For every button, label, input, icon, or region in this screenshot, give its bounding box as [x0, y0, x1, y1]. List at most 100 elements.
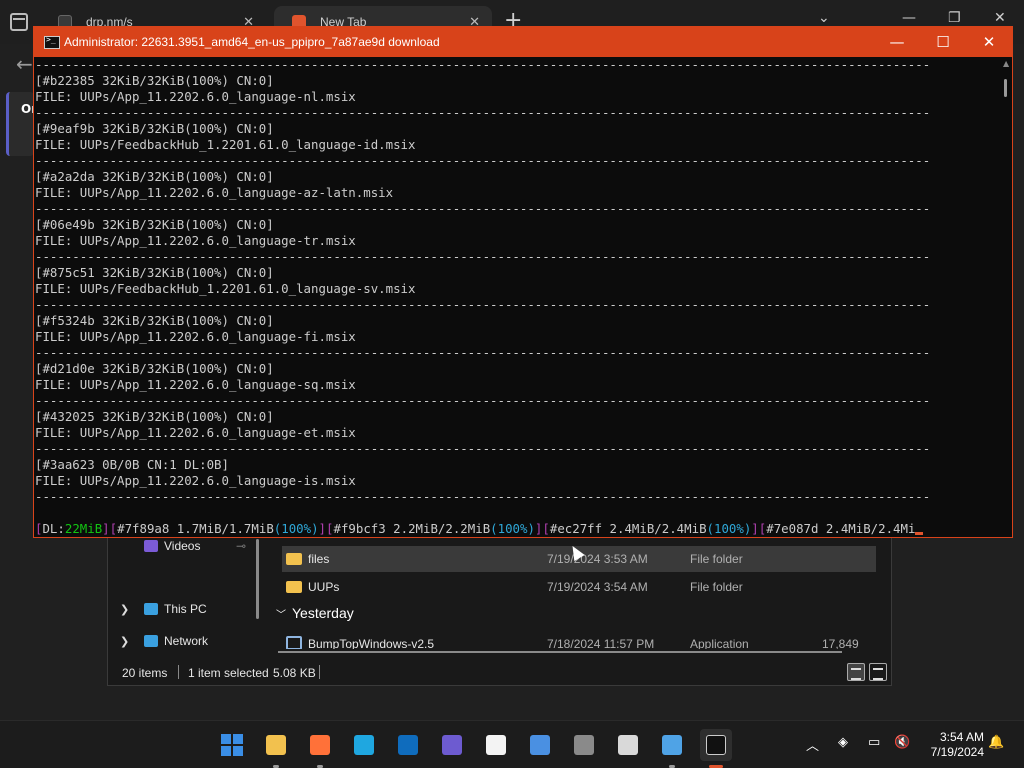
nav-item-videos[interactable]: Videos [164, 539, 200, 553]
folder-icon [266, 735, 286, 755]
terminal-icon [706, 735, 726, 755]
explorer-status-bar: 20 items 1 item selected 5.08 KB [108, 661, 891, 685]
chevron-right-icon[interactable]: ❯ [120, 635, 129, 648]
maximize-button[interactable]: ☐ [920, 27, 966, 57]
group-header-yesterday[interactable]: ﹀ Yesterday [276, 605, 354, 621]
console-separator-line: ----------------------------------------… [35, 105, 931, 120]
clock-date: 7/19/2024 [930, 745, 984, 759]
console-progress-line: [#875c51 32KiB/32KiB(100%) CN:0] [35, 265, 274, 280]
console-file-line: FILE: UUPs/App_11.2202.6.0_language-sq.m… [35, 377, 356, 392]
notification-bell-icon[interactable]: 🔔 [988, 735, 1004, 750]
console-progress-line: [#d21d0e 32KiB/32KiB(100%) CN:0] [35, 361, 274, 376]
dl-value: 22MiB [64, 521, 103, 536]
console-separator-line: ----------------------------------------… [35, 153, 931, 168]
selection-size: 5.08 KB [273, 666, 316, 680]
nav-item-network[interactable]: Network [164, 634, 208, 648]
taskbar-start[interactable] [216, 729, 248, 761]
status-download-item: [#7f89a8 1.7MiB/1.7MiB(100%)] [109, 521, 327, 536]
console-progress-line: [#432025 32KiB/32KiB(100%) CN:0] [35, 409, 274, 424]
file-name: UUPs [308, 580, 340, 594]
taskbar: ︿ ◈ ▭ 🔇 3:54 AM 7/19/2024 🔔 [0, 720, 1024, 768]
network-icon [144, 635, 158, 647]
download-status-line: [DL:22MiB][#7f89a8 1.7MiB/1.7MiB(100%)][… [34, 521, 998, 537]
tab-actions-icon[interactable] [10, 13, 28, 31]
taskbar-photos[interactable] [524, 729, 556, 761]
restore-icon[interactable]: ❐ [948, 10, 961, 26]
console-file-line: FILE: UUPs/FeedbackHub_1.2201.61.0_langu… [35, 281, 416, 296]
console-separator-line: ----------------------------------------… [35, 201, 931, 216]
network-tray-icon[interactable]: ◈ [838, 735, 848, 750]
nav-scrollbar[interactable] [256, 539, 259, 619]
system-clock[interactable]: 3:54 AM 7/19/2024 [924, 730, 984, 760]
navigation-pane: Videos ⊸ ❯ This PC ❯ Network [108, 531, 259, 655]
taskbar-edge[interactable] [348, 729, 380, 761]
details-view-icon[interactable] [847, 663, 865, 681]
file-type: File folder [690, 552, 743, 566]
scroll-thumb[interactable] [1004, 79, 1007, 97]
console-file-line: FILE: UUPs/App_11.2202.6.0_language-tr.m… [35, 233, 356, 248]
console-output[interactable]: ----------------------------------------… [34, 57, 998, 537]
file-size: 17,849 KB [822, 637, 859, 649]
file-type: Application [690, 637, 749, 649]
console-separator-line [34, 505, 998, 521]
taskbar-outlook[interactable] [392, 729, 424, 761]
file-type: File folder [690, 580, 743, 594]
file-date: 7/19/2024 3:53 AM [547, 552, 648, 566]
outlook-icon [398, 735, 418, 755]
file-name: BumpTopWindows-v2.5 [308, 637, 435, 649]
clock-time: 3:54 AM [939, 730, 984, 744]
horizontal-scrollbar[interactable] [278, 651, 842, 653]
file-row[interactable]: BumpTopWindows-v2.5 7/18/2024 11:57 PM A… [282, 631, 876, 649]
calculator-icon [574, 735, 594, 755]
taskbar-calculator[interactable] [568, 729, 600, 761]
clock-icon [618, 735, 638, 755]
taskbar-file-explorer[interactable] [260, 729, 292, 768]
text-cursor [915, 532, 924, 535]
file-row[interactable]: UUPs 7/19/2024 3:54 AM File folder [282, 574, 876, 600]
status-download-item: [#ec27ff 2.4MiB/2.4MiB(100%)] [542, 521, 759, 536]
console-separator-line: ----------------------------------------… [35, 441, 931, 456]
taskbar-app-hexagon[interactable] [436, 729, 468, 761]
volume-muted-icon[interactable]: 🔇 [894, 735, 910, 750]
nav-item-this-pc[interactable]: This PC [164, 602, 207, 616]
close-button[interactable]: ✕ [966, 27, 1012, 57]
this-pc-icon [144, 603, 158, 615]
tiles-view-icon[interactable] [869, 663, 887, 681]
dl-label: DL: [42, 521, 65, 536]
edge-icon [354, 735, 374, 755]
side-panel-fragment: Or [6, 92, 37, 156]
console-progress-line: [#9eaf9b 32KiB/32KiB(100%) CN:0] [35, 121, 274, 136]
console-progress-line: [#3aa623 0B/0B CN:1 DL:0B] [35, 457, 229, 472]
chevron-down-icon[interactable]: ⌄ [818, 10, 830, 26]
minimize-icon[interactable]: — [902, 10, 916, 26]
group-label: Yesterday [292, 605, 354, 621]
taskbar-store[interactable] [480, 729, 512, 761]
store-icon [486, 735, 506, 755]
minimize-button[interactable]: — [874, 27, 920, 57]
taskbar-notepad[interactable] [656, 729, 688, 768]
console-file-line: FILE: UUPs/App_11.2202.6.0_language-nl.m… [35, 89, 356, 104]
file-name: files [308, 552, 330, 566]
taskbar-clock[interactable] [612, 729, 644, 761]
console-separator-line: ----------------------------------------… [35, 393, 931, 408]
close-icon[interactable]: ✕ [994, 10, 1006, 26]
back-arrow-icon[interactable]: ← [16, 52, 33, 76]
console-window[interactable]: Administrator: 22631.3951_amd64_en-us_pp… [33, 26, 1013, 538]
scroll-up-icon[interactable]: ▲ [1003, 59, 1009, 68]
taskbar-terminal[interactable] [700, 729, 732, 768]
console-scrollbar[interactable]: ▲ [1000, 57, 1012, 537]
folder-icon [286, 581, 302, 593]
console-progress-line: [#06e49b 32KiB/32KiB(100%) CN:0] [35, 217, 274, 232]
taskbar-firefox[interactable] [304, 729, 336, 768]
console-progress-line: [#a2a2da 32KiB/32KiB(100%) CN:0] [35, 169, 274, 184]
status-divider [178, 665, 179, 679]
console-title-bar[interactable]: Administrator: 22631.3951_amd64_en-us_pp… [34, 27, 1012, 57]
chevron-right-icon[interactable]: ❯ [120, 603, 129, 616]
photos-icon [530, 735, 550, 755]
notepad-icon [662, 735, 682, 755]
console-file-line: FILE: UUPs/FeedbackHub_1.2201.61.0_langu… [35, 137, 416, 152]
console-separator-line: ----------------------------------------… [35, 57, 931, 72]
display-tray-icon[interactable]: ▭ [868, 735, 880, 750]
application-icon [286, 636, 302, 649]
chevron-up-icon[interactable]: ︿ [806, 735, 819, 754]
